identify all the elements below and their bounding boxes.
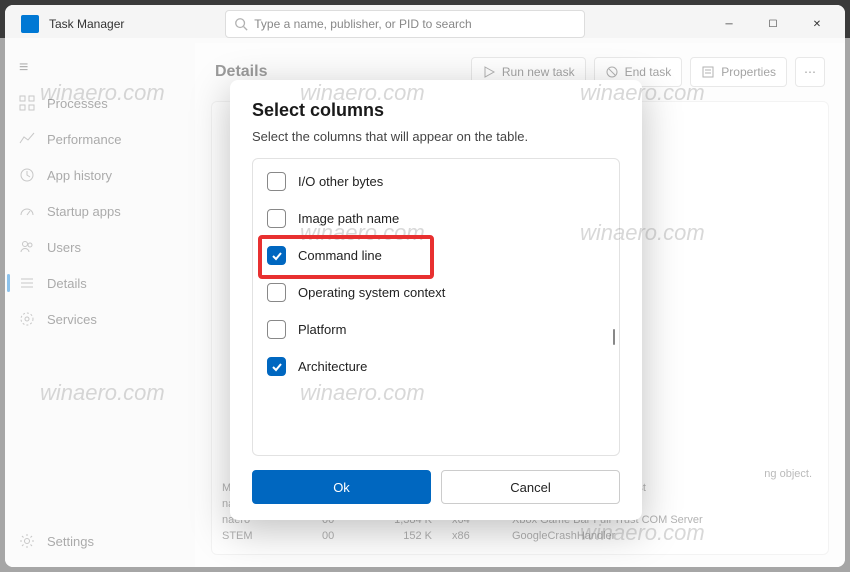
column-label: Command line <box>298 248 382 263</box>
column-label: Image path name <box>298 211 399 226</box>
button-label: Ok <box>333 480 350 495</box>
dialog-title: Select columns <box>252 100 620 121</box>
search-placeholder: Type a name, publisher, or PID to search <box>254 17 471 31</box>
dialog-subtitle: Select the columns that will appear on t… <box>252 129 620 144</box>
checkbox[interactable] <box>267 320 286 339</box>
column-option-platform[interactable]: Platform <box>253 311 619 348</box>
button-label: Cancel <box>510 480 550 495</box>
app-icon <box>21 15 39 33</box>
checkbox[interactable] <box>267 283 286 302</box>
maximize-button[interactable]: ☐ <box>751 9 795 39</box>
column-label: Operating system context <box>298 285 445 300</box>
column-option-architecture[interactable]: Architecture <box>253 348 619 385</box>
cancel-button[interactable]: Cancel <box>441 470 620 504</box>
column-option-os-context[interactable]: Operating system context <box>253 274 619 311</box>
minimize-button[interactable]: ─ <box>707 9 751 39</box>
column-option-command-line[interactable]: Command line <box>253 237 619 274</box>
window-title: Task Manager <box>49 17 124 31</box>
dialog-buttons: Ok Cancel <box>252 470 620 504</box>
column-label: Platform <box>298 322 346 337</box>
column-option-io-other-bytes[interactable]: I/O other bytes <box>253 163 619 200</box>
close-button[interactable]: ✕ <box>795 9 839 39</box>
columns-list[interactable]: I/O other bytes Image path name Command … <box>252 158 620 456</box>
select-columns-dialog: Select columns Select the columns that w… <box>230 80 642 520</box>
check-icon <box>271 361 283 373</box>
checkbox-checked[interactable] <box>267 246 286 265</box>
checkbox[interactable] <box>267 172 286 191</box>
checkbox-checked[interactable] <box>267 357 286 376</box>
window-controls: ─ ☐ ✕ <box>707 9 839 39</box>
column-option-image-path-name[interactable]: Image path name <box>253 200 619 237</box>
scrollbar-thumb[interactable] <box>613 329 615 345</box>
ok-button[interactable]: Ok <box>252 470 431 504</box>
search-input[interactable]: Type a name, publisher, or PID to search <box>225 10 585 38</box>
checkbox[interactable] <box>267 209 286 228</box>
column-label: I/O other bytes <box>298 174 383 189</box>
column-label: Architecture <box>298 359 367 374</box>
check-icon <box>271 250 283 262</box>
search-icon <box>234 17 248 31</box>
